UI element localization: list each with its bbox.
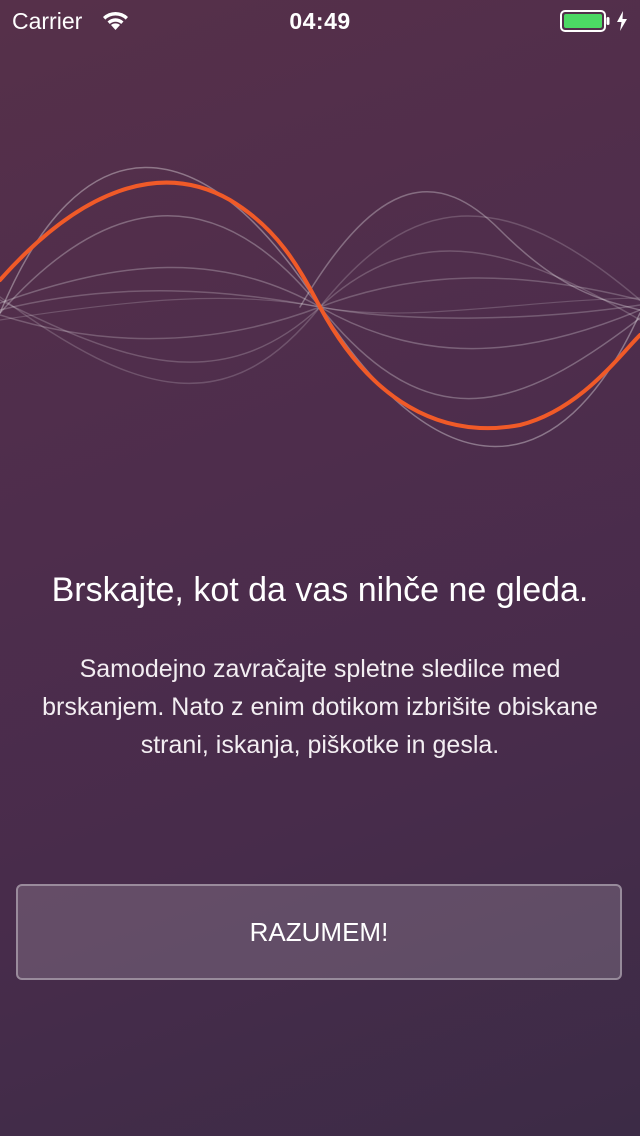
body-text: Samodejno zavračajte spletne sledilce me… (42, 655, 598, 759)
headline: Brskajte, kot da vas nihče ne gleda. (51, 571, 589, 609)
wave-line (0, 215, 640, 385)
status-bar: Carrier 04:49 (0, 0, 640, 40)
waveform-illustration (0, 166, 640, 448)
wave-line-accent (0, 180, 640, 431)
battery-icon (560, 10, 610, 32)
status-time: 04:49 (289, 8, 351, 34)
got-it-button[interactable]: RAZUMEM! (16, 884, 622, 980)
charging-icon (617, 11, 627, 31)
